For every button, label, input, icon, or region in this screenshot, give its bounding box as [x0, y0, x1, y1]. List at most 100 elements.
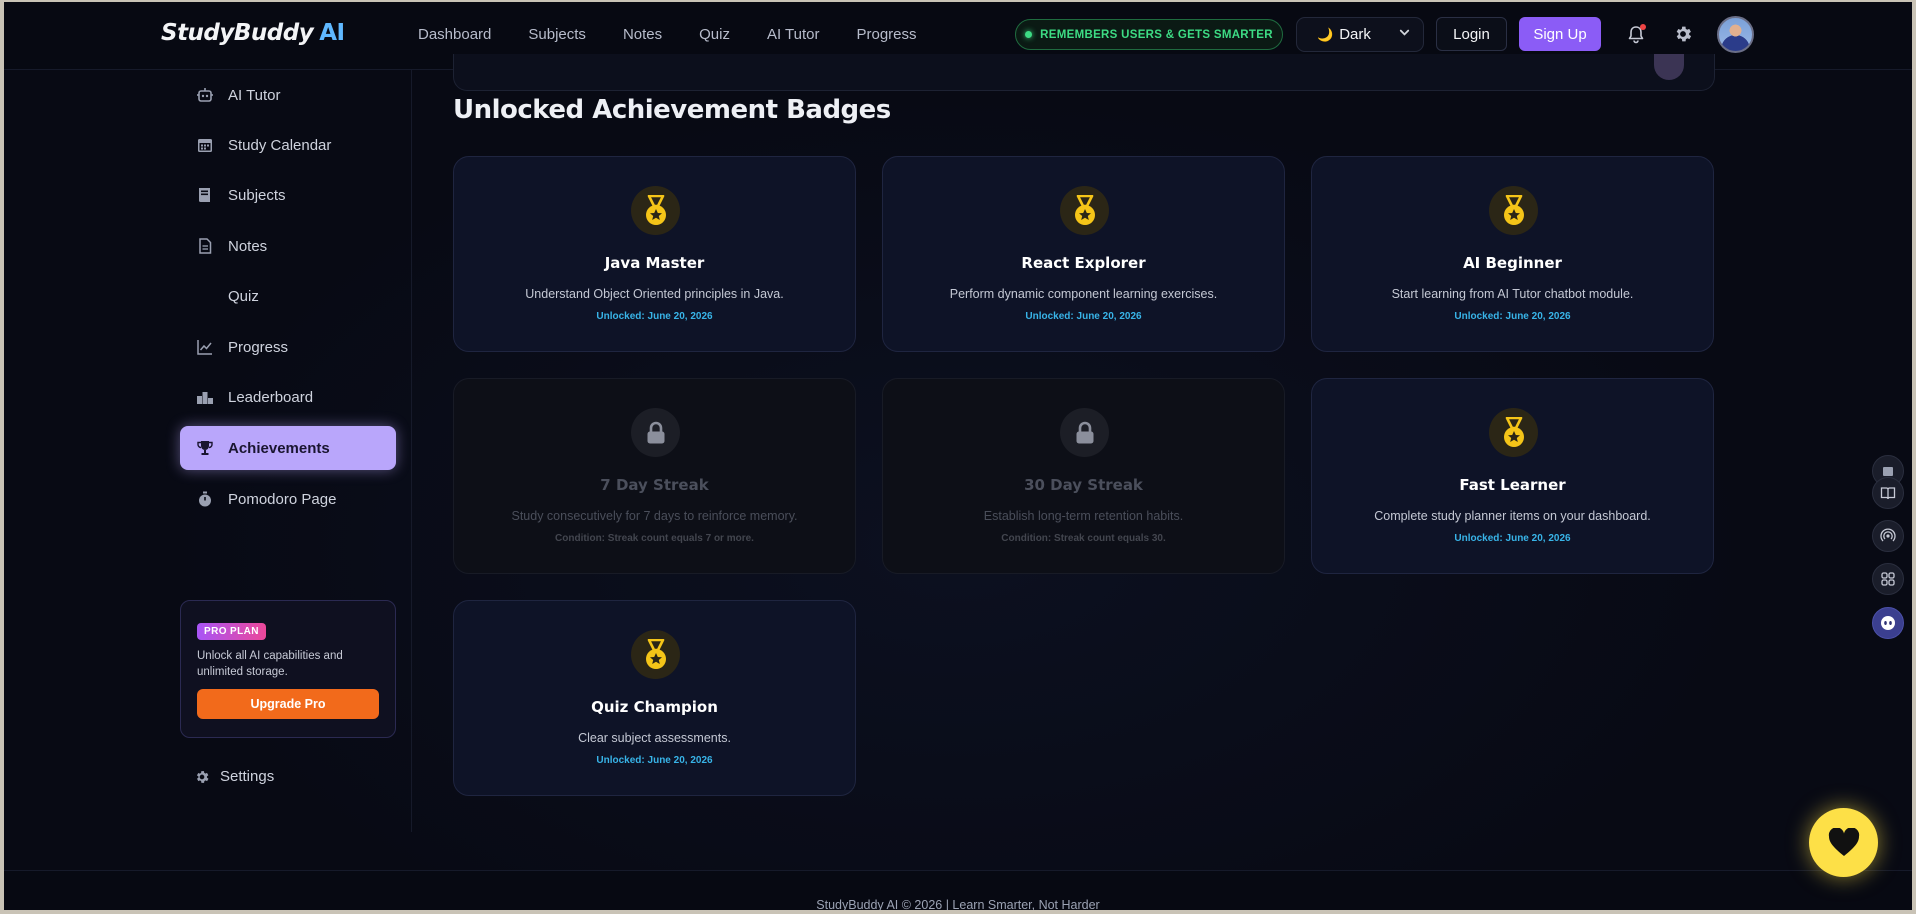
badge-unlocked-date: Unlocked: June 20, 2026 [596, 311, 713, 322]
achievement-badge-card: Quiz Champion Clear subject assessments. U… [453, 600, 856, 796]
logo-ai: AI [319, 20, 345, 46]
sidebar-item-label: Study Calendar [228, 136, 332, 154]
medal-icon [1489, 408, 1538, 457]
sidebar-item-label: Leaderboard [228, 388, 314, 406]
nav-dashboard[interactable]: Dashboard [418, 26, 491, 43]
sidebar-item-quiz[interactable]: Quiz [180, 274, 396, 318]
sidebar-item-leaderboard[interactable]: Leaderboard [180, 375, 396, 419]
app-window: StudyBuddy AI Dashboard Subjects Notes Qu… [4, 2, 1912, 910]
signup-button[interactable]: Sign Up [1519, 17, 1601, 51]
app-logo[interactable]: StudyBuddy AI [161, 20, 345, 46]
badge-description: Start learning from AI Tutor chatbot mod… [1391, 287, 1634, 301]
badge-description: Study consecutively for 7 days to reinfo… [511, 509, 798, 523]
badge-description: Clear subject assessments. [578, 731, 731, 745]
badge-description: Perform dynamic component learning exerc… [949, 287, 1218, 301]
locked-badge-card: 7 Day Streak Study consecutively for 7 da… [453, 378, 856, 574]
theme-value: Dark [1339, 26, 1371, 43]
sidebar-item-label: Achievements [228, 439, 330, 457]
nav-ai-tutor[interactable]: AI Tutor [767, 26, 820, 43]
nav-subjects[interactable]: Subjects [528, 26, 586, 43]
open-book-icon[interactable] [1872, 477, 1904, 509]
notifications-bell-icon[interactable] [1626, 24, 1646, 44]
badge-unlocked-date: Unlocked: June 20, 2026 [1025, 311, 1142, 322]
status-dot-icon [1025, 31, 1033, 38]
theme-select[interactable]: 🌙 Dark [1296, 17, 1424, 52]
footer: StudyBuddy AI © 2026 | Learn Smarter, No… [4, 870, 1912, 910]
sidebar-item-ai-tutor[interactable]: AI Tutor [180, 73, 396, 117]
apps-grid-icon[interactable] [1872, 563, 1904, 595]
stopwatch-icon [196, 490, 214, 508]
sidebar-item-label: Progress [228, 338, 289, 356]
achievement-badge-card: Fast Learner Complete study planner items… [1311, 378, 1714, 574]
sidebar-item-notes[interactable]: Notes [180, 224, 396, 268]
pro-plan-text: Unlock all AI capabilities and unlimited… [197, 650, 343, 678]
settings-label: Settings [220, 768, 275, 785]
notification-dot [1640, 24, 1646, 30]
quiz-icon-placeholder [196, 287, 214, 305]
gear-icon[interactable] [1673, 24, 1693, 44]
line-chart-icon [196, 338, 214, 356]
achievement-badge-card: React Explorer Perform dynamic component … [882, 156, 1285, 352]
sidebar-item-label: Pomodoro Page [228, 490, 337, 508]
badge-description: Establish long-term retention habits. [983, 509, 1184, 523]
upgrade-pro-button[interactable]: Upgrade Pro [197, 689, 379, 719]
sidebar-item-label: AI Tutor [228, 86, 281, 104]
badge-description: Complete study planner items on your das… [1374, 509, 1651, 523]
memory-status-badge: REMEMBERS USERS & GETS SMARTER [1015, 19, 1283, 50]
sidebar-item-study-calendar[interactable]: Study Calendar [180, 123, 396, 167]
sidebar-item-label: Subjects [228, 186, 286, 204]
sidebar-settings-link[interactable]: Settings [194, 768, 274, 785]
badge-name: 30 Day Streak [1024, 476, 1143, 494]
badge-name: AI Beginner [1463, 254, 1562, 272]
login-button[interactable]: Login [1436, 17, 1507, 51]
previous-section-card [453, 54, 1715, 91]
badge-unlocked-date: Unlocked: June 20, 2026 [596, 755, 713, 766]
heart-fab-button[interactable] [1809, 808, 1878, 877]
badge-condition: Condition: Streak count equals 30. [1001, 533, 1166, 544]
badge-unlocked-date: Unlocked: June 20, 2026 [1454, 533, 1571, 544]
book-icon [196, 186, 214, 204]
sidebar-item-pomodoro[interactable]: Pomodoro Page [180, 477, 396, 521]
moon-icon: 🌙 [1317, 26, 1334, 42]
achievement-badge-card: Java Master Understand Object Oriented pr… [453, 156, 856, 352]
heart-icon [1828, 827, 1859, 856]
badge-name: React Explorer [1021, 254, 1146, 272]
sidebar-item-subjects[interactable]: Subjects [180, 173, 396, 217]
trophy-icon [196, 439, 214, 457]
chatbot-icon[interactable] [1872, 607, 1904, 639]
badge-unlocked-date: Unlocked: June 20, 2026 [1454, 311, 1571, 322]
user-avatar[interactable] [1717, 16, 1754, 53]
pro-plan-badge: PRO PLAN [197, 623, 266, 640]
medal-icon [1060, 186, 1109, 235]
nav-quiz[interactable]: Quiz [699, 26, 730, 43]
achievement-badge-card: AI Beginner Start learning from AI Tutor … [1311, 156, 1714, 352]
calendar-icon [196, 136, 214, 154]
sidebar-item-progress[interactable]: Progress [180, 325, 396, 369]
nav-notes[interactable]: Notes [623, 26, 662, 43]
robot-icon [196, 86, 214, 104]
footer-text: StudyBuddy AI © 2026 | Learn Smarter, No… [816, 898, 1100, 910]
main-nav: Dashboard Subjects Notes Quiz AI Tutor P… [418, 26, 917, 43]
broadcast-icon[interactable] [1872, 520, 1904, 552]
badge-name: Fast Learner [1459, 476, 1566, 494]
nav-progress[interactable]: Progress [857, 26, 917, 43]
sidebar-item-achievements[interactable]: Achievements [180, 426, 396, 470]
sidebar-item-label: Notes [228, 237, 268, 255]
memory-status-text: REMEMBERS USERS & GETS SMARTER [1040, 28, 1273, 41]
pro-plan-card: PRO PLAN Unlock all AI capabilities and … [180, 600, 396, 738]
badge-name: 7 Day Streak [600, 476, 709, 494]
medal-icon [1489, 186, 1538, 235]
badge-description: Understand Object Oriented principles in… [525, 287, 784, 301]
sidebar-item-label: Quiz [228, 287, 259, 305]
gear-icon [194, 769, 210, 785]
previous-card-avatar [1654, 54, 1684, 80]
medal-icon [631, 630, 680, 679]
lock-icon [631, 408, 680, 457]
logo-text: StudyBuddy [161, 20, 314, 46]
badge-name: Quiz Champion [591, 698, 718, 716]
document-icon [196, 237, 214, 255]
badge-condition: Condition: Streak count equals 7 or more… [555, 533, 754, 544]
badge-name: Java Master [604, 254, 705, 272]
page-title: Unlocked Achievement Badges [453, 95, 891, 125]
chevron-down-icon [1398, 26, 1411, 42]
